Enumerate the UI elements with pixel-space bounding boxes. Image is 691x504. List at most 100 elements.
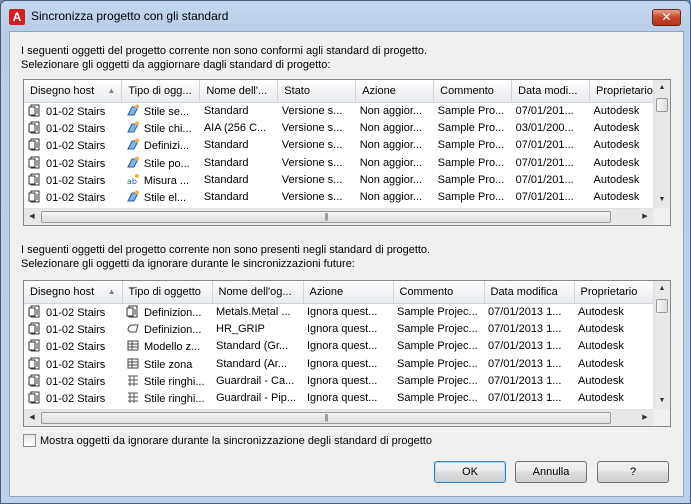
cancel-button[interactable]: Annulla: [515, 461, 587, 483]
cell-action[interactable]: Non aggior...: [356, 154, 434, 171]
missing-objects-table[interactable]: Disegno host ▲ Tipo di oggetto Nome dell'og…: [23, 280, 671, 427]
column-header[interactable]: Nome dell'og...: [212, 281, 304, 304]
cell-type[interactable]: Definizion...: [122, 320, 212, 337]
cell-state[interactable]: Versione s...: [278, 119, 356, 136]
nonconforming-objects-table[interactable]: Disegno host ▲ Tipo di ogg... Nome dell'...…: [23, 79, 671, 226]
table-row[interactable]: 01-02 Stairs Definizi... Standard Versione …: [24, 137, 670, 154]
cell-date[interactable]: 07/01/201...: [512, 188, 590, 205]
scroll-thumb[interactable]: |||: [41, 211, 611, 223]
cell-date[interactable]: 07/01/201...: [512, 154, 590, 171]
ok-button[interactable]: OK: [434, 461, 506, 483]
cell-action[interactable]: Ignora quest...: [303, 355, 393, 372]
column-header[interactable]: Azione: [355, 80, 435, 103]
cell-type[interactable]: Stile ringhi...: [122, 372, 212, 389]
help-button[interactable]: ?: [597, 461, 669, 483]
horizontal-scrollbar[interactable]: ◀ ||| ▶: [24, 409, 653, 426]
cell-host[interactable]: 01-02 Stairs: [24, 188, 122, 205]
scroll-up-icon[interactable]: ▲: [654, 80, 670, 96]
cell-type[interactable]: ab Misura ...: [122, 171, 200, 188]
column-header[interactable]: Stato: [277, 80, 357, 103]
scroll-thumb[interactable]: [656, 98, 668, 112]
cell-type[interactable]: Stile el...: [122, 188, 200, 205]
cell-name[interactable]: Guardrail - Pip...: [212, 389, 303, 406]
cell-name[interactable]: Standard: [200, 137, 278, 154]
cell-comment[interactable]: Sample Projec...: [393, 303, 484, 320]
cell-state[interactable]: Versione s...: [278, 171, 356, 188]
cell-type[interactable]: Definizion...: [122, 303, 212, 320]
cell-action[interactable]: Non aggior...: [356, 137, 434, 154]
scroll-up-icon[interactable]: ▲: [654, 281, 670, 297]
cell-date[interactable]: 07/01/201...: [512, 102, 590, 119]
table-row[interactable]: 01-02 Stairs Definizion... HR_GRIP Ignora q…: [24, 320, 654, 337]
cell-action[interactable]: Ignora quest...: [303, 389, 393, 406]
table-row[interactable]: 01-02 Stairs Stile zona Standard (Ar... Ign…: [24, 355, 654, 372]
table-row[interactable]: 01-02 Stairs Modello z... Standard (Gr... I…: [24, 338, 654, 355]
cell-comment[interactable]: Sample Projec...: [393, 320, 484, 337]
cell-name[interactable]: Standard (Gr...: [212, 338, 303, 355]
cell-host[interactable]: 01-02 Stairs: [24, 320, 122, 337]
cell-type[interactable]: Stile zona: [122, 355, 212, 372]
cell-owner[interactable]: Autodesk: [574, 303, 654, 320]
cell-comment[interactable]: Sample Projec...: [393, 372, 484, 389]
cell-name[interactable]: AIA (256 C...: [200, 119, 278, 136]
vertical-scrollbar[interactable]: ▲ ▼: [653, 80, 670, 208]
cell-name[interactable]: Standard: [200, 188, 278, 205]
cell-comment[interactable]: Sample Projec...: [393, 355, 484, 372]
column-header[interactable]: Proprietario: [574, 281, 655, 304]
cell-host[interactable]: 01-02 Stairs: [24, 119, 122, 136]
scroll-down-icon[interactable]: ▼: [654, 393, 670, 409]
cell-date[interactable]: 07/01/2013 1...: [484, 338, 574, 355]
scroll-left-icon[interactable]: ◀: [24, 209, 40, 225]
cell-comment[interactable]: Sample Pro...: [434, 102, 512, 119]
column-header[interactable]: Disegno host ▲: [24, 80, 123, 103]
column-header[interactable]: Data modi...: [511, 80, 591, 103]
cell-date[interactable]: 07/01/2013 1...: [484, 320, 574, 337]
cell-type[interactable]: Stile chi...: [122, 119, 200, 136]
cell-comment[interactable]: Sample Projec...: [393, 389, 484, 406]
cell-comment[interactable]: Sample Pro...: [434, 137, 512, 154]
cell-host[interactable]: 01-02 Stairs: [24, 154, 122, 171]
column-header[interactable]: Disegno host ▲: [24, 281, 123, 304]
cell-name[interactable]: Metals.Metal ...: [212, 303, 303, 320]
cell-host[interactable]: 01-02 Stairs: [24, 102, 122, 119]
table-row[interactable]: 01-02 Stairs Stile el... Standard Versione …: [24, 188, 670, 205]
cell-state[interactable]: Versione s...: [278, 137, 356, 154]
cell-action[interactable]: Non aggior...: [356, 171, 434, 188]
cell-name[interactable]: Standard: [200, 154, 278, 171]
cell-owner[interactable]: Autodesk: [574, 320, 654, 337]
cell-date[interactable]: 07/01/201...: [512, 137, 590, 154]
cell-date[interactable]: 07/01/2013 1...: [484, 355, 574, 372]
cell-comment[interactable]: Sample Projec...: [393, 338, 484, 355]
cell-action[interactable]: Non aggior...: [356, 119, 434, 136]
cell-name[interactable]: Standard: [200, 171, 278, 188]
table-row[interactable]: 01-02 Stairs Stile ringhi... Guardrail - P…: [24, 389, 654, 406]
table-row[interactable]: 01-02 Stairs Definizion... Metals.Metal ..…: [24, 303, 654, 320]
cell-name[interactable]: HR_GRIP: [212, 320, 303, 337]
cell-action[interactable]: Ignora quest...: [303, 320, 393, 337]
table-row[interactable]: 01-02 Stairs Stile po... Standard Versione …: [24, 154, 670, 171]
cell-action[interactable]: Ignora quest...: [303, 338, 393, 355]
cell-host[interactable]: 01-02 Stairs: [24, 137, 122, 154]
show-ignored-checkbox[interactable]: [23, 434, 36, 447]
table-row[interactable]: 01-02 Stairs Stile ringhi... Guardrail - C…: [24, 372, 654, 389]
cell-type[interactable]: Stile se...: [122, 102, 200, 119]
cell-type[interactable]: Modello z...: [122, 338, 212, 355]
cell-name[interactable]: Guardrail - Ca...: [212, 372, 303, 389]
cell-type[interactable]: Stile po...: [122, 154, 200, 171]
table-row[interactable]: 01-02 Stairs Stile chi... AIA (256 C... Ver…: [24, 119, 670, 136]
scroll-thumb[interactable]: |||: [41, 412, 611, 424]
cell-state[interactable]: Versione s...: [278, 154, 356, 171]
column-header[interactable]: Tipo di oggetto: [122, 281, 213, 304]
scroll-left-icon[interactable]: ◀: [24, 410, 40, 426]
cell-host[interactable]: 01-02 Stairs: [24, 355, 122, 372]
table-row[interactable]: 01-02 Stairs ab Misura ... Standard Versione…: [24, 171, 670, 188]
cell-name[interactable]: Standard (Ar...: [212, 355, 303, 372]
show-ignored-label[interactable]: Mostra oggetti da ignorare durante la si…: [40, 435, 432, 447]
scroll-thumb[interactable]: [656, 299, 668, 313]
scroll-right-icon[interactable]: ▶: [637, 209, 653, 225]
cell-action[interactable]: Ignora quest...: [303, 303, 393, 320]
cell-host[interactable]: 01-02 Stairs: [24, 389, 122, 406]
cell-owner[interactable]: Autodesk: [574, 372, 654, 389]
cell-date[interactable]: 07/01/2013 1...: [484, 303, 574, 320]
cell-name[interactable]: Standard: [200, 102, 278, 119]
